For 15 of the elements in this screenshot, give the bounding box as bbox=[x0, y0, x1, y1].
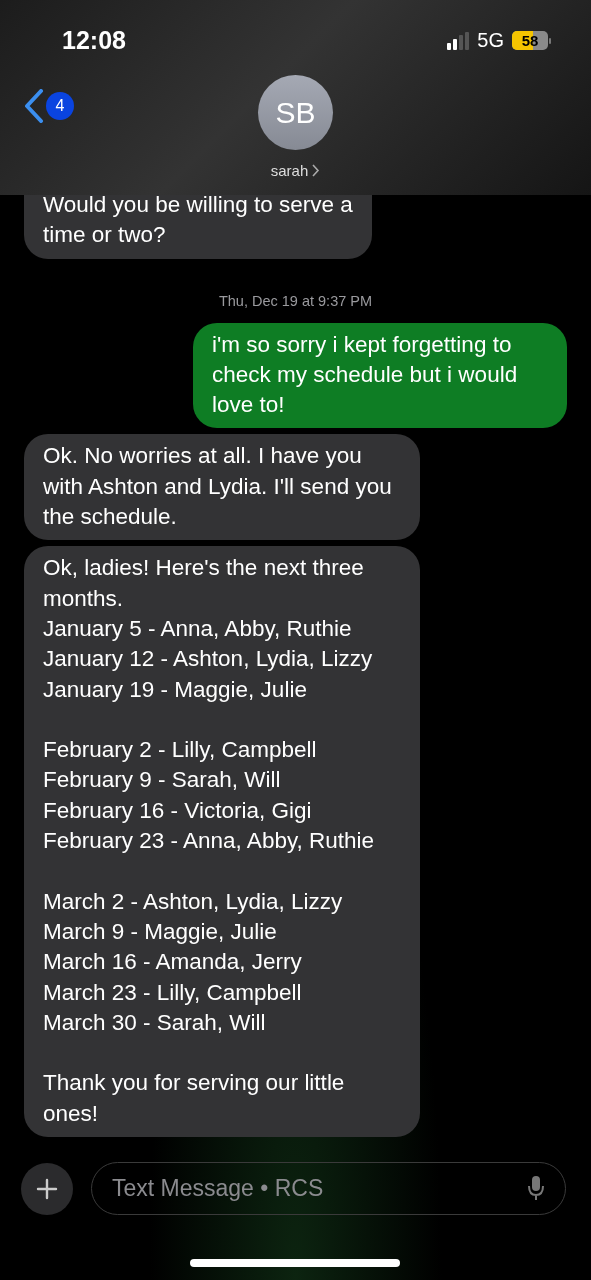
message-bubble: i'm so sorry i kept forgetting to check my schedule but i would love to! bbox=[193, 322, 567, 429]
back-chevron-icon[interactable] bbox=[24, 89, 44, 123]
contact-name[interactable]: sarah bbox=[270, 162, 321, 179]
timestamp: Thu, Dec 19 at 9:37 PM bbox=[217, 292, 374, 309]
message-bubble: Ok, ladies! Here's the next three months. January 5 - Anna, Abby, Ruthie January 12 - Ashton, Lydia, Lizzy January 19 - Maggie, Julie February 2 - Lilly, Campbell February 9 - Sarah, Will February 16 - Victoria, Gigi February 23 - Anna, Abby, Ruthie March 2 - Ashton, Lydia, Lizzy March 9 - Maggie, Julie March 16 - Amanda, Jerry March 23 - Lilly, Campbell March 30 - Sarah, Will Thank you for serving our little ones! bbox=[24, 546, 420, 1137]
microphone-icon[interactable] bbox=[528, 1175, 544, 1201]
add-button[interactable] bbox=[21, 1162, 73, 1215]
message-input[interactable]: Text Message • RCS bbox=[91, 1162, 566, 1215]
network-label: 5G bbox=[477, 29, 504, 52]
plus-icon[interactable] bbox=[36, 1177, 58, 1200]
message-bubble: Ok. No worries at all. I have you with Ashton and Lydia. I'll send you the schedule. bbox=[24, 434, 420, 541]
clock: 12:08 bbox=[62, 26, 126, 55]
back-button[interactable]: 4 bbox=[24, 89, 74, 123]
signal-icon bbox=[447, 31, 470, 50]
chevron-icon bbox=[312, 164, 321, 177]
